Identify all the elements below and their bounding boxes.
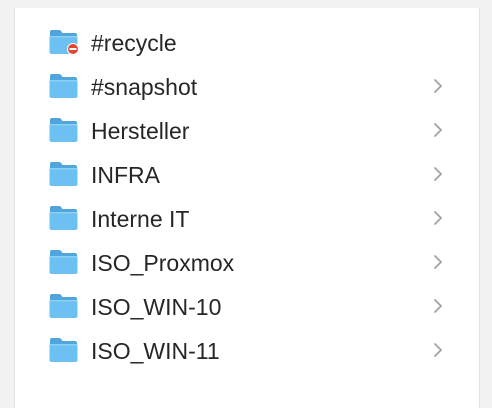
- folder-icon: [49, 74, 78, 98]
- folder-icon: [49, 206, 78, 230]
- folder-icon: [49, 162, 78, 186]
- folder-icon: [49, 338, 78, 362]
- chevron-right-icon[interactable]: [433, 342, 443, 358]
- folder-name: Hersteller: [91, 118, 190, 144]
- folder-name: ISO_Proxmox: [91, 250, 235, 276]
- folder-icon: [49, 250, 78, 274]
- chevron-right-icon[interactable]: [433, 298, 443, 314]
- folder-name: INFRA: [91, 162, 160, 188]
- folder-row-iso-proxmox[interactable]: ISO_Proxmox: [15, 241, 479, 285]
- folder-row-interne-it[interactable]: Interne IT: [15, 197, 479, 241]
- folder-name: Interne IT: [91, 206, 190, 232]
- chevron-right-icon[interactable]: [433, 254, 443, 270]
- chevron-right-icon[interactable]: [433, 210, 443, 226]
- folder-icon: [49, 118, 78, 142]
- folder-row-snapshot[interactable]: #snapshot: [15, 65, 479, 109]
- folder-icon: [49, 294, 78, 318]
- chevron-right-icon[interactable]: [433, 166, 443, 182]
- folder-row-iso-win-10[interactable]: ISO_WIN-10: [15, 285, 479, 329]
- folder-row-recycle[interactable]: #recycle: [15, 21, 479, 65]
- folder-name: #recycle: [91, 30, 177, 56]
- folder-name: ISO_WIN-10: [91, 294, 222, 320]
- folder-restricted-icon: [49, 30, 79, 55]
- folder-browser-column: #recycle #snapshot Hersteller INFRA Inte…: [14, 8, 480, 408]
- folder-list: #recycle #snapshot Hersteller INFRA Inte…: [15, 21, 479, 373]
- folder-name: ISO_WIN-11: [91, 338, 220, 364]
- chevron-right-icon[interactable]: [433, 122, 443, 138]
- folder-name: #snapshot: [91, 74, 198, 100]
- folder-row-iso-win-11[interactable]: ISO_WIN-11: [15, 329, 479, 373]
- folder-row-hersteller[interactable]: Hersteller: [15, 109, 479, 153]
- chevron-right-icon[interactable]: [433, 78, 443, 94]
- folder-row-infra[interactable]: INFRA: [15, 153, 479, 197]
